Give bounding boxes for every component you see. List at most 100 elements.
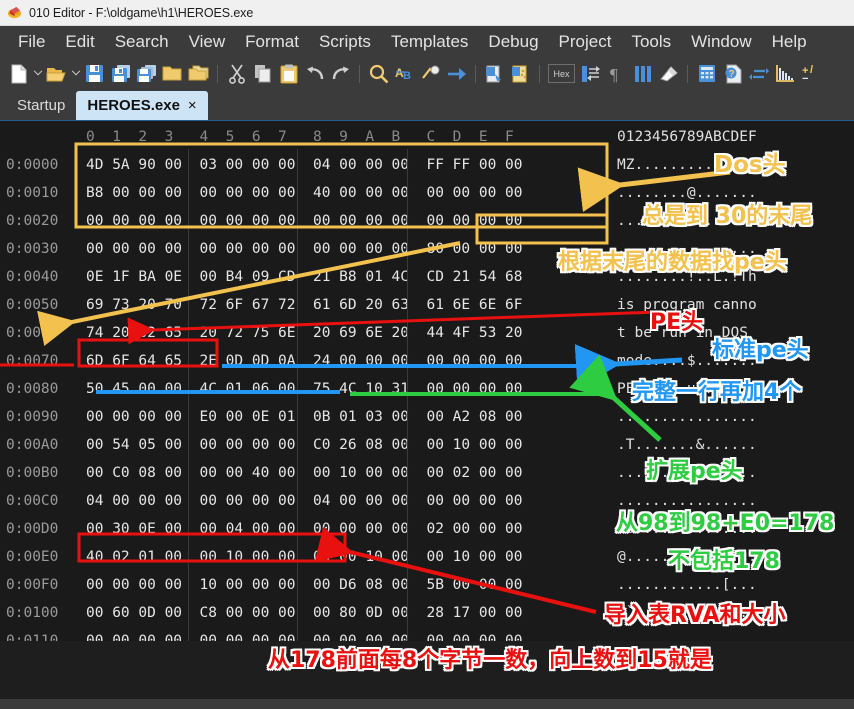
goto-icon[interactable]: [418, 61, 443, 86]
hex-row[interactable]: 0:00D0 00 30 0E 00 00 04 00 00 00 00 00 0…: [0, 515, 854, 543]
hex-row-bytes[interactable]: 50 45 00 00 4C 01 06 00 75 4C 10 31 00 0…: [86, 375, 523, 403]
hex-row-bytes[interactable]: 0E 1F BA 0E 00 B4 09 CD 21 B8 01 4C CD 2…: [86, 263, 523, 291]
hex-row[interactable]: 0:0100 00 60 0D 00 C8 00 00 00 00 80 0D 0…: [0, 599, 854, 627]
menu-help[interactable]: Help: [762, 30, 817, 54]
hex-row[interactable]: 0:0070 6D 6F 64 65 2E 0D 0D 0A 24 00 00 0…: [0, 347, 854, 375]
hex-row-ascii[interactable]: .0..............: [617, 515, 757, 543]
hex-row-ascii[interactable]: mode....$.......: [617, 347, 757, 375]
chevron-down-icon[interactable]: [32, 62, 43, 86]
menu-templates[interactable]: Templates: [381, 30, 478, 54]
inspector-icon[interactable]: ?: [720, 61, 745, 86]
hex-row-bytes[interactable]: 00 00 00 00 00 00 00 00 00 00 00 00 00 0…: [86, 207, 523, 235]
hex-row[interactable]: 0:0060 74 20 62 65 20 72 75 6E 20 69 6E 2…: [0, 319, 854, 347]
tab-heroes-exe[interactable]: HEROES.exe ×: [76, 91, 208, 120]
hex-row-ascii[interactable]: is program canno: [617, 291, 757, 319]
hex-row[interactable]: 0:0090 00 00 00 00 E0 00 0E 01 0B 01 03 0…: [0, 403, 854, 431]
find-replace-icon[interactable]: AB: [392, 61, 417, 86]
hex-row[interactable]: 0:0000 4D 5A 90 00 03 00 00 00 04 00 00 0…: [0, 151, 854, 179]
hex-row[interactable]: 0:0010 B8 00 00 00 00 00 00 00 40 00 00 0…: [0, 179, 854, 207]
menu-search[interactable]: Search: [105, 30, 179, 54]
menu-project[interactable]: Project: [549, 30, 622, 54]
hex-row[interactable]: 0:0030 00 00 00 00 00 00 00 00 00 00 00 0…: [0, 235, 854, 263]
redo-icon[interactable]: [328, 61, 353, 86]
save-icon[interactable]: [82, 61, 107, 86]
hex-row-bytes[interactable]: 40 02 01 00 00 10 00 00 00 00 10 00 00 1…: [86, 543, 523, 571]
hex-row[interactable]: 0:00F0 00 00 00 00 10 00 00 00 00 D6 08 0…: [0, 571, 854, 599]
hex-row-bytes[interactable]: 74 20 62 65 20 72 75 6E 20 69 6E 20 44 4…: [86, 319, 523, 347]
columns-icon[interactable]: [630, 61, 655, 86]
arrow-right-icon[interactable]: [444, 61, 469, 86]
run-script-icon[interactable]: [508, 61, 533, 86]
hex-row-bytes[interactable]: 00 60 0D 00 C8 00 00 00 00 80 0D 00 28 1…: [86, 599, 523, 627]
undo-icon[interactable]: [302, 61, 327, 86]
menu-edit[interactable]: Edit: [55, 30, 104, 54]
hex-row-ascii[interactable]: @...............: [617, 543, 757, 571]
hex-row[interactable]: 0:0040 0E 1F BA 0E 00 B4 09 CD 21 B8 01 4…: [0, 263, 854, 291]
hex-row-bytes[interactable]: 00 00 00 00 E0 00 0E 01 0B 01 03 00 00 A…: [86, 403, 523, 431]
menu-file[interactable]: File: [8, 30, 55, 54]
folder-open-icon[interactable]: [186, 61, 211, 86]
find-icon[interactable]: [366, 61, 391, 86]
hex-row[interactable]: 0:00B0 00 C0 08 00 00 00 40 00 00 10 00 0…: [0, 459, 854, 487]
hex-row-bytes[interactable]: 04 00 00 00 00 00 00 00 04 00 00 00 00 0…: [86, 487, 523, 515]
menu-view[interactable]: View: [179, 30, 236, 54]
hex-row[interactable]: 0:00E0 40 02 01 00 00 10 00 00 00 00 10 0…: [0, 543, 854, 571]
hex-row-ascii[interactable]: t be run in DOS: [617, 319, 757, 347]
hex-row[interactable]: 0:0080 50 45 00 00 4C 01 06 00 75 4C 10 3…: [0, 375, 854, 403]
hex-row-ascii[interactable]: .`..........(...: [617, 599, 757, 627]
menu-tools[interactable]: Tools: [621, 30, 681, 54]
save-all-icon[interactable]: [134, 61, 159, 86]
swap-bytes-icon[interactable]: [746, 61, 771, 86]
hex-mode-button[interactable]: Hex: [548, 64, 575, 83]
paste-icon[interactable]: [276, 61, 301, 86]
hex-row-bytes[interactable]: B8 00 00 00 00 00 00 00 40 00 00 00 00 0…: [86, 179, 523, 207]
menu-debug[interactable]: Debug: [478, 30, 548, 54]
hex-row-ascii[interactable]: ......@.........: [617, 459, 757, 487]
hex-row-ascii[interactable]: ................: [617, 627, 757, 641]
close-icon[interactable]: ×: [188, 97, 197, 114]
chevron-down-icon[interactable]: [70, 62, 81, 86]
hex-row[interactable]: 0:0110 00 00 00 00 00 00 00 00 00 00 00 0…: [0, 627, 854, 641]
hex-row-bytes[interactable]: 00 C0 08 00 00 00 40 00 00 10 00 00 00 0…: [86, 459, 523, 487]
folder-icon[interactable]: [160, 61, 185, 86]
checksum-icon[interactable]: + / −: [798, 61, 823, 86]
hex-row-ascii[interactable]: MZ..............: [617, 151, 757, 179]
hex-row-bytes[interactable]: 4D 5A 90 00 03 00 00 00 04 00 00 00 FF F…: [86, 151, 523, 179]
hex-row-ascii[interactable]: ............[...: [617, 571, 757, 599]
save-as-icon[interactable]: [108, 61, 133, 86]
hex-row-ascii[interactable]: ................: [617, 487, 757, 515]
hex-row[interactable]: 0:0050 69 73 20 70 72 6F 67 72 61 6D 20 6…: [0, 291, 854, 319]
run-template-icon[interactable]: [482, 61, 507, 86]
compare-icon[interactable]: [578, 61, 603, 86]
open-folder-icon[interactable]: [44, 61, 69, 86]
hex-editor-pane[interactable]: 0 1 2 3 4 5 6 7 8 9 A B C D E F 012345678…: [0, 121, 854, 641]
hex-row-bytes[interactable]: 6D 6F 64 65 2E 0D 0D 0A 24 00 00 00 00 0…: [86, 347, 523, 375]
hex-row-ascii[interactable]: ........!..L.!Th: [617, 263, 757, 291]
hex-row-bytes[interactable]: 69 73 20 70 72 6F 67 72 61 6D 20 63 61 6…: [86, 291, 523, 319]
hex-row-ascii[interactable]: ................: [617, 207, 757, 235]
calculator-icon[interactable]: [694, 61, 719, 86]
menu-window[interactable]: Window: [681, 30, 761, 54]
highlight-icon[interactable]: [656, 61, 681, 86]
paragraph-icon[interactable]: ¶: [604, 61, 629, 86]
new-file-icon[interactable]: [6, 61, 31, 86]
hex-row-ascii[interactable]: ........@.......: [617, 179, 757, 207]
cut-icon[interactable]: [224, 61, 249, 86]
hex-row-bytes[interactable]: 00 00 00 00 00 00 00 00 00 00 00 00 00 0…: [86, 627, 523, 641]
hex-row-bytes[interactable]: 00 00 00 00 00 00 00 00 00 00 00 00 80 0…: [86, 235, 523, 263]
menu-format[interactable]: Format: [235, 30, 309, 54]
hex-grid[interactable]: 0 1 2 3 4 5 6 7 8 9 A B C D E F 012345678…: [0, 123, 854, 641]
hex-row[interactable]: 0:0020 00 00 00 00 00 00 00 00 00 00 00 0…: [0, 207, 854, 235]
copy-icon[interactable]: [250, 61, 275, 86]
hex-row-ascii[interactable]: PE..L...uL.1....: [617, 375, 757, 403]
hex-row-ascii[interactable]: ................: [617, 235, 757, 263]
hex-row-ascii[interactable]: ................: [617, 403, 757, 431]
hex-row-bytes[interactable]: 00 30 0E 00 00 04 00 00 00 00 00 00 02 0…: [86, 515, 523, 543]
hex-row-bytes[interactable]: 00 00 00 00 10 00 00 00 00 D6 08 00 5B 0…: [86, 571, 523, 599]
hex-row[interactable]: 0:00C0 04 00 00 00 00 00 00 00 04 00 00 0…: [0, 487, 854, 515]
histogram-icon[interactable]: [772, 61, 797, 86]
menu-scripts[interactable]: Scripts: [309, 30, 381, 54]
hex-row[interactable]: 0:00A0 00 54 05 00 00 00 00 00 C0 26 08 0…: [0, 431, 854, 459]
tab-startup[interactable]: Startup: [6, 91, 76, 120]
hex-row-ascii[interactable]: .T.......&......: [617, 431, 757, 459]
